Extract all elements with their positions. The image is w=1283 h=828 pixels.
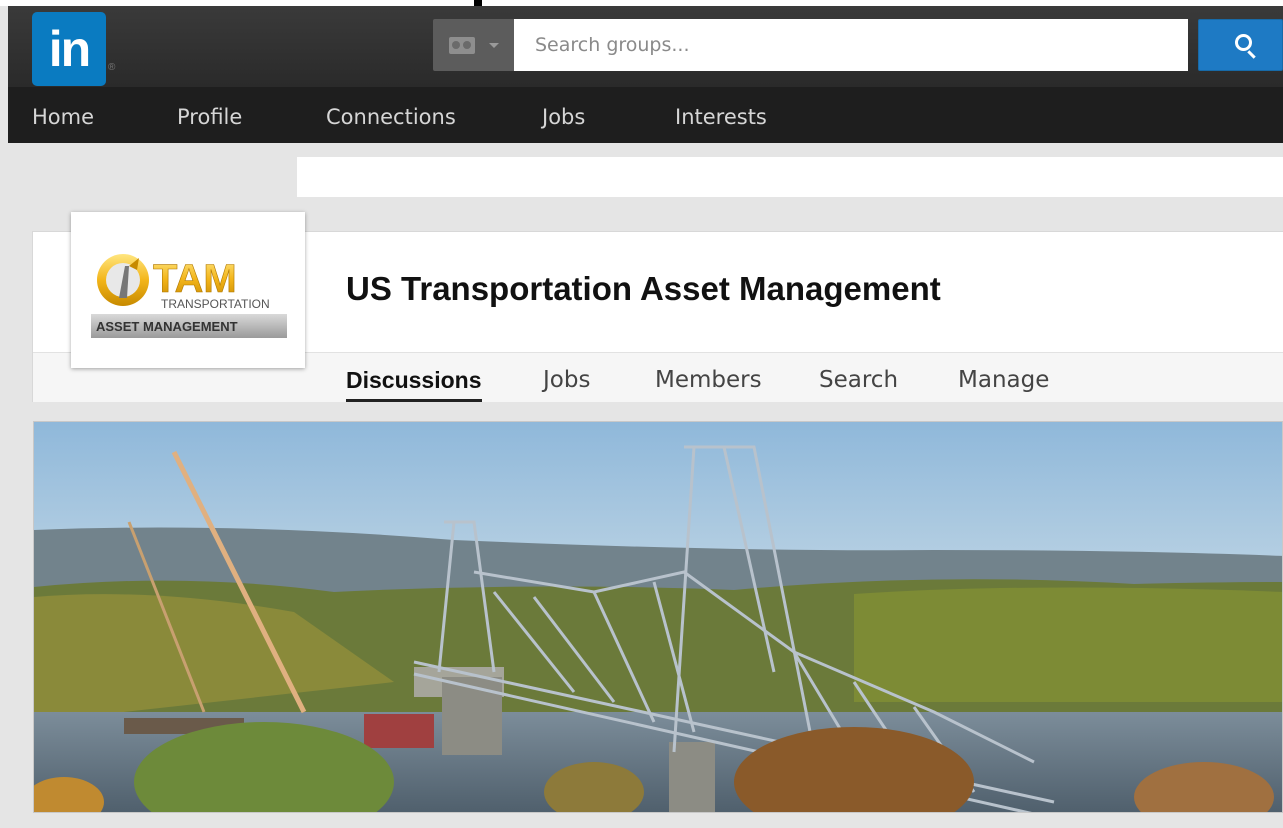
chevron-down-icon: [489, 43, 499, 48]
tam-logo-line1: TRANSPORTATION: [161, 297, 270, 311]
bridge-photo: [34, 422, 1282, 812]
notification-bar: [297, 157, 1283, 197]
nav-item-jobs[interactable]: Jobs: [542, 87, 585, 143]
tab-manage[interactable]: Manage: [958, 353, 1049, 402]
search-icon: [1235, 34, 1252, 51]
tam-logo-image: TAM TRANSPORTATION ASSET MANAGEMENT: [91, 254, 287, 338]
tab-search[interactable]: Search: [819, 353, 898, 402]
tam-logo-line2: ASSET MANAGEMENT: [96, 319, 238, 334]
tam-logo-primary: TAM: [153, 257, 237, 301]
nav-item-profile[interactable]: Profile: [177, 87, 242, 143]
main-nav: Home Profile Connections Jobs Interests: [8, 87, 1283, 143]
header-bar: in ®: [8, 6, 1283, 87]
tab-discussions[interactable]: Discussions: [346, 353, 482, 402]
group-title: US Transportation Asset Management: [346, 270, 941, 307]
search-button[interactable]: [1198, 19, 1283, 71]
linkedin-logo[interactable]: in: [32, 12, 106, 86]
tab-members[interactable]: Members: [655, 353, 762, 402]
nav-item-home[interactable]: Home: [32, 87, 94, 143]
search-type-dropdown[interactable]: [433, 19, 514, 71]
nav-item-connections[interactable]: Connections: [326, 87, 456, 143]
nav-item-interests[interactable]: Interests: [675, 87, 767, 143]
group-icon: [449, 37, 475, 54]
group-cover-photo: [33, 421, 1283, 813]
search-input[interactable]: [514, 19, 1188, 71]
registered-mark: ®: [108, 62, 116, 73]
tab-jobs[interactable]: Jobs: [543, 353, 590, 402]
group-logo[interactable]: TAM TRANSPORTATION ASSET MANAGEMENT: [71, 212, 305, 368]
